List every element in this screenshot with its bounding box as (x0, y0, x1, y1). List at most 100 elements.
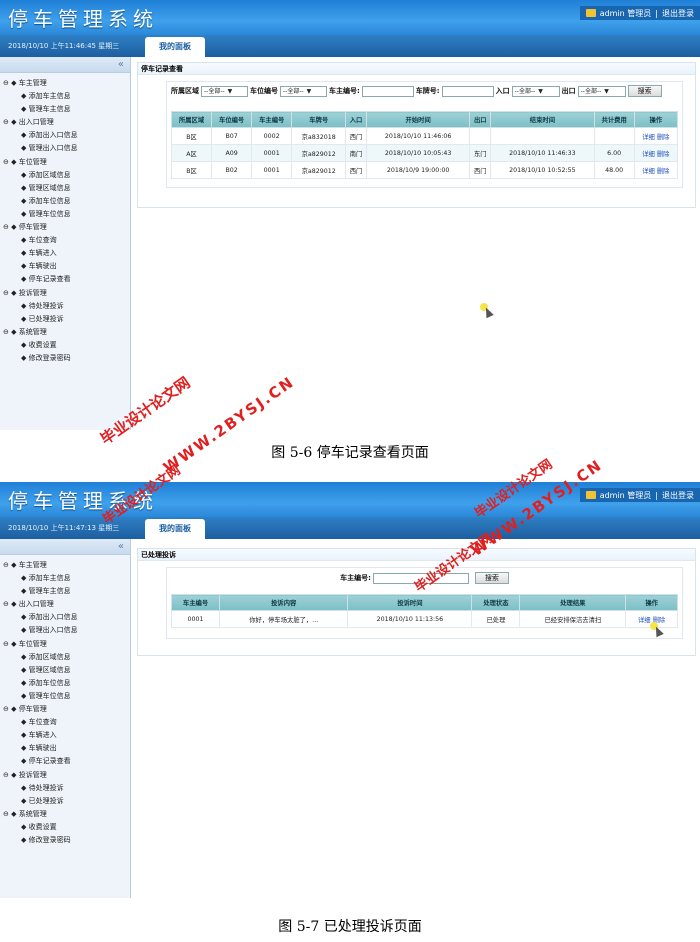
folder-toggle-icon[interactable]: ⊖ ◆ (3, 705, 19, 713)
entry-select[interactable]: --全部-- ▼ (511, 85, 560, 97)
sidebar-item[interactable]: ◆ 管理车位信息 (3, 690, 130, 703)
folder-toggle-icon[interactable]: ⊖ ◆ (3, 79, 19, 87)
owner-label: 车主编号: (340, 574, 371, 582)
sidebar-group[interactable]: ⊖ ◆ 车主管理 (3, 77, 130, 90)
sidebar-group[interactable]: ⊖ ◆ 车主管理 (3, 559, 130, 572)
sidebar-group[interactable]: ⊖ ◆ 停车管理 (3, 703, 130, 716)
folder-toggle-icon[interactable]: ⊖ ◆ (3, 561, 19, 569)
sidebar-item[interactable]: ◆ 停车记录查看 (3, 755, 130, 768)
user-box: admin 管理员 | 退出登录 (579, 488, 700, 502)
tab-my-panel[interactable]: 我的面板 (145, 37, 205, 57)
main-content: 已处理投诉 车主编号: 搜索 车主编号 投诉内容 投诉时间 处理状态 处理结果 操作 00… (137, 548, 696, 656)
space-select[interactable]: --全部-- ▼ (280, 85, 327, 97)
exit-select[interactable]: --全部-- ▼ (577, 85, 626, 97)
plate-input[interactable] (441, 85, 494, 97)
sidebar-item[interactable]: ◆ 添加区域信息 (3, 651, 130, 664)
sidebar-item[interactable]: ◆ 管理出入口信息 (3, 624, 130, 637)
search-button[interactable]: 搜索 (474, 572, 509, 584)
bullet-icon: ◆ (21, 236, 29, 245)
sidebar-group[interactable]: ⊖ ◆ 出入口管理 (3, 116, 130, 129)
sidebar-item[interactable]: ◆ 添加车主信息 (3, 90, 130, 103)
table-cell: 0002 (251, 127, 293, 145)
sidebar-group[interactable]: ⊖ ◆ 车位管理 (3, 156, 130, 169)
sidebar-item[interactable]: ◆ 收费设置 (3, 821, 130, 834)
sidebar-item[interactable]: ◆ 待处理投诉 (3, 782, 130, 795)
folder-toggle-icon[interactable]: ⊖ ◆ (3, 328, 19, 336)
sidebar-item[interactable]: ◆ 添加车位信息 (3, 195, 130, 208)
table-cell: 2018/10/10 11:46:06 (365, 127, 471, 145)
bullet-icon: ◆ (21, 613, 29, 622)
sidebar-item-label: 已处理投诉 (28, 796, 64, 805)
sidebar-group[interactable]: ⊖ ◆ 投诉管理 (3, 287, 130, 300)
logout-link[interactable]: 退出登录 (662, 8, 694, 19)
collapse-icon[interactable]: « (118, 541, 124, 552)
sidebar-item[interactable]: ◆ 待处理投诉 (3, 300, 130, 313)
folder-toggle-icon[interactable]: ⊖ ◆ (3, 158, 19, 166)
table-row: 0001 你好，停车场太脏了，... 2018/10/10 11:13:56 已处理已… (170, 610, 678, 628)
sidebar-item[interactable]: ◆ 管理区域信息 (3, 664, 130, 677)
sidebar-item[interactable]: ◆ 收费设置 (3, 339, 130, 352)
exit-label: 出口 (561, 87, 576, 95)
sidebar-item[interactable]: ◆ 添加出入口信息 (3, 129, 130, 142)
complaints-panel: 已处理投诉 车主编号: 搜索 车主编号 投诉内容 投诉时间 处理状态 处理结果 操作 00… (137, 548, 696, 656)
sidebar-item[interactable]: ◆ 车辆驶出 (3, 742, 130, 755)
column-header: 车牌号 (291, 111, 347, 128)
row-actions[interactable]: 详细 删除 (633, 161, 679, 179)
sidebar-item[interactable]: ◆ 已处理投诉 (3, 313, 130, 326)
screenshot-handled-complaints: 停车管理系统 admin 管理员 | 退出登录 2018/10/10 上午11:… (0, 482, 700, 898)
owner-input[interactable] (361, 85, 414, 97)
sidebar-item[interactable]: ◆ 车位查询 (3, 716, 130, 729)
sidebar-item[interactable]: ◆ 管理区域信息 (3, 182, 130, 195)
sidebar-item[interactable]: ◆ 车辆进入 (3, 729, 130, 742)
search-button[interactable]: 搜索 (627, 85, 662, 97)
datetime: 2018/10/10 上午11:46:45 星期三 (8, 42, 120, 50)
sidebar-group[interactable]: ⊖ ◆ 车位管理 (3, 638, 130, 651)
collapse-icon[interactable]: « (118, 59, 124, 70)
sidebar-group[interactable]: ⊖ ◆ 系统管理 (3, 326, 130, 339)
folder-toggle-icon[interactable]: ⊖ ◆ (3, 640, 19, 648)
user-separator: | (655, 490, 658, 500)
bullet-icon: ◆ (21, 249, 29, 258)
sidebar-item[interactable]: ◆ 修改登录密码 (3, 834, 130, 847)
folder-toggle-icon[interactable]: ⊖ ◆ (3, 600, 19, 608)
sidebar-item[interactable]: ◆ 管理出入口信息 (3, 142, 130, 155)
row-actions[interactable]: 详细 删除 (633, 144, 679, 162)
sidebar-item-label: 车位查询 (28, 236, 57, 245)
row-actions[interactable]: 详细 删除 (633, 127, 679, 145)
bullet-icon: ◆ (21, 92, 29, 101)
tab-my-panel[interactable]: 我的面板 (145, 519, 205, 539)
bullet-icon: ◆ (21, 209, 29, 218)
sidebar-group[interactable]: ⊖ ◆ 系统管理 (3, 808, 130, 821)
table-cell (593, 127, 635, 145)
table-cell: 2018/10/10 11:13:56 (347, 610, 473, 628)
sidebar-group-label: 车主管理 (18, 561, 47, 569)
area-select[interactable]: --全部-- ▼ (201, 85, 248, 97)
logout-link[interactable]: 退出登录 (662, 490, 694, 501)
sidebar-group[interactable]: ⊖ ◆ 出入口管理 (3, 598, 130, 611)
folder-toggle-icon[interactable]: ⊖ ◆ (3, 118, 19, 126)
folder-toggle-icon[interactable]: ⊖ ◆ (3, 223, 19, 231)
sidebar-item[interactable]: ◆ 车辆进入 (3, 247, 130, 260)
sidebar-group-label: 出入口管理 (18, 600, 54, 609)
sidebar-item[interactable]: ◆ 添加区域信息 (3, 169, 130, 182)
sidebar-item[interactable]: ◆ 添加车主信息 (3, 572, 130, 585)
sidebar-item[interactable]: ◆ 管理车主信息 (3, 103, 130, 116)
sidebar-item[interactable]: ◆ 停车记录查看 (3, 273, 130, 286)
sidebar-item[interactable]: ◆ 车位查询 (3, 234, 130, 247)
sidebar-item[interactable]: ◆ 添加出入口信息 (3, 611, 130, 624)
sidebar-group[interactable]: ⊖ ◆ 停车管理 (3, 221, 130, 234)
sidebar-item[interactable]: ◆ 添加车位信息 (3, 677, 130, 690)
bullet-icon: ◆ (21, 275, 29, 284)
column-header: 操作 (633, 111, 679, 128)
sidebar-item[interactable]: ◆ 管理车主信息 (3, 585, 130, 598)
folder-toggle-icon[interactable]: ⊖ ◆ (3, 771, 19, 779)
sidebar-item-label: 停车记录查看 (28, 275, 71, 284)
sidebar-item[interactable]: ◆ 修改登录密码 (3, 352, 130, 365)
sidebar-item[interactable]: ◆ 已处理投诉 (3, 795, 130, 808)
sidebar-group[interactable]: ⊖ ◆ 投诉管理 (3, 769, 130, 782)
sidebar-item[interactable]: ◆ 车辆驶出 (3, 260, 130, 273)
bullet-icon: ◆ (21, 353, 29, 362)
folder-toggle-icon[interactable]: ⊖ ◆ (3, 810, 19, 818)
folder-toggle-icon[interactable]: ⊖ ◆ (3, 289, 19, 297)
sidebar-item[interactable]: ◆ 管理车位信息 (3, 208, 130, 221)
